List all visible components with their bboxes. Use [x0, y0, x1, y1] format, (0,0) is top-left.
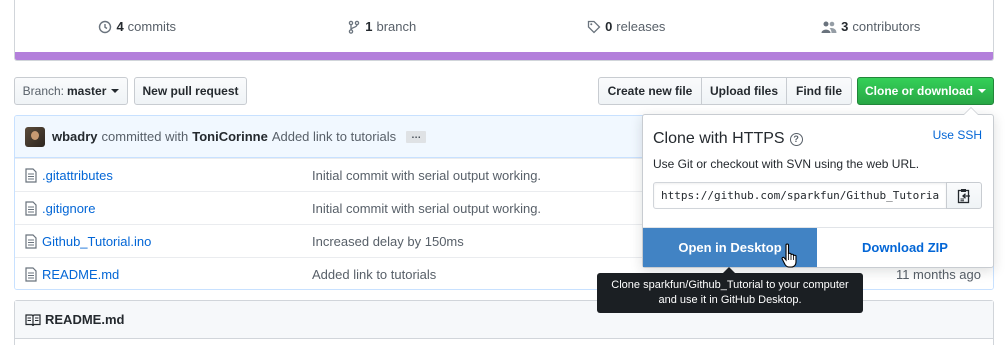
tooltip-line-2: and use it in GitHub Desktop.: [658, 294, 802, 306]
branches-label: branch: [376, 19, 417, 34]
file-icon: [25, 167, 37, 183]
hand-pointer-cursor-icon: [781, 243, 797, 268]
file-actions-group: Create new file Upload files Find file: [598, 77, 852, 105]
clone-popover: Clone with HTTPS ? Use SSH Use Git or ch…: [642, 107, 994, 268]
file-icon: [25, 266, 37, 282]
file-name-link[interactable]: .gitignore: [42, 201, 312, 216]
create-new-file-button[interactable]: Create new file: [598, 77, 702, 105]
chevron-down-icon: [111, 89, 120, 93]
people-icon: [821, 21, 837, 33]
find-file-button[interactable]: Find file: [786, 77, 852, 105]
clone-actions: Open in Desktop Download ZIP: [643, 227, 993, 267]
chevron-down-icon: [978, 89, 986, 93]
clone-or-download-label: Clone or download: [865, 84, 973, 98]
releases-label: releases: [616, 19, 666, 34]
branch-prefix: Branch:: [22, 84, 64, 98]
file-icon: [25, 200, 37, 216]
file-name-link[interactable]: .gitattributes: [42, 168, 312, 183]
commits-link[interactable]: 4 commits: [15, 19, 260, 34]
file-icon: [25, 233, 37, 249]
branch-name: master: [67, 84, 107, 98]
use-ssh-link[interactable]: Use SSH: [933, 128, 982, 142]
git-branch-icon: [349, 20, 360, 34]
contributors-count: 3: [841, 19, 849, 34]
help-icon[interactable]: ?: [789, 132, 803, 146]
file-age: 11 months ago: [895, 266, 981, 282]
commits-count: 4: [116, 19, 124, 34]
commit-message[interactable]: Added link to tutorials: [272, 129, 396, 144]
repo-summary-bar: 4 commits 1 branch 0 releases 3 contribu…: [14, 0, 994, 61]
avatar[interactable]: [25, 126, 45, 147]
branch-select-button[interactable]: Branch: master: [14, 77, 128, 105]
commits-label: commits: [127, 19, 177, 34]
readme-title: README.md: [45, 312, 125, 327]
upload-files-button[interactable]: Upload files: [701, 77, 787, 105]
file-name-link[interactable]: Github_Tutorial.ino: [42, 234, 312, 249]
commit-coauthor[interactable]: ToniCorinne: [192, 129, 268, 144]
committed-with-text: committed with: [101, 129, 189, 144]
tag-icon: [587, 20, 601, 33]
language-bar: [15, 52, 993, 60]
clone-description: Use Git or checkout with SVN using the w…: [653, 157, 920, 171]
copy-to-clipboard-button[interactable]: [946, 182, 982, 209]
contributors-link[interactable]: 3 contributors: [749, 19, 994, 34]
contributors-label: contributors: [852, 19, 921, 34]
file-name-link[interactable]: README.md: [42, 267, 312, 282]
expand-commit-button[interactable]: …: [406, 130, 427, 143]
releases-link[interactable]: 0 releases: [504, 19, 749, 34]
clone-title-text: Clone with HTTPS: [653, 130, 785, 147]
branches-link[interactable]: 1 branch: [260, 19, 505, 34]
book-icon: [25, 313, 41, 326]
commit-author[interactable]: wbadry: [52, 129, 98, 144]
clipboard-icon: [957, 188, 970, 203]
clone-or-download-button[interactable]: Clone or download: [857, 77, 994, 105]
history-icon: [99, 20, 112, 33]
open-in-desktop-tooltip: Clone sparkfun/Github_Tutorial to your c…: [597, 267, 863, 313]
branches-count: 1: [365, 19, 373, 34]
new-pull-request-button[interactable]: New pull request: [134, 77, 247, 105]
clone-url-input[interactable]: [653, 182, 947, 209]
releases-count: 0: [605, 19, 613, 34]
clone-popover-title: Clone with HTTPS ?: [653, 130, 803, 148]
download-zip-button[interactable]: Download ZIP: [817, 228, 993, 267]
tooltip-line-1: Clone sparkfun/Github_Tutorial to your c…: [611, 279, 849, 291]
